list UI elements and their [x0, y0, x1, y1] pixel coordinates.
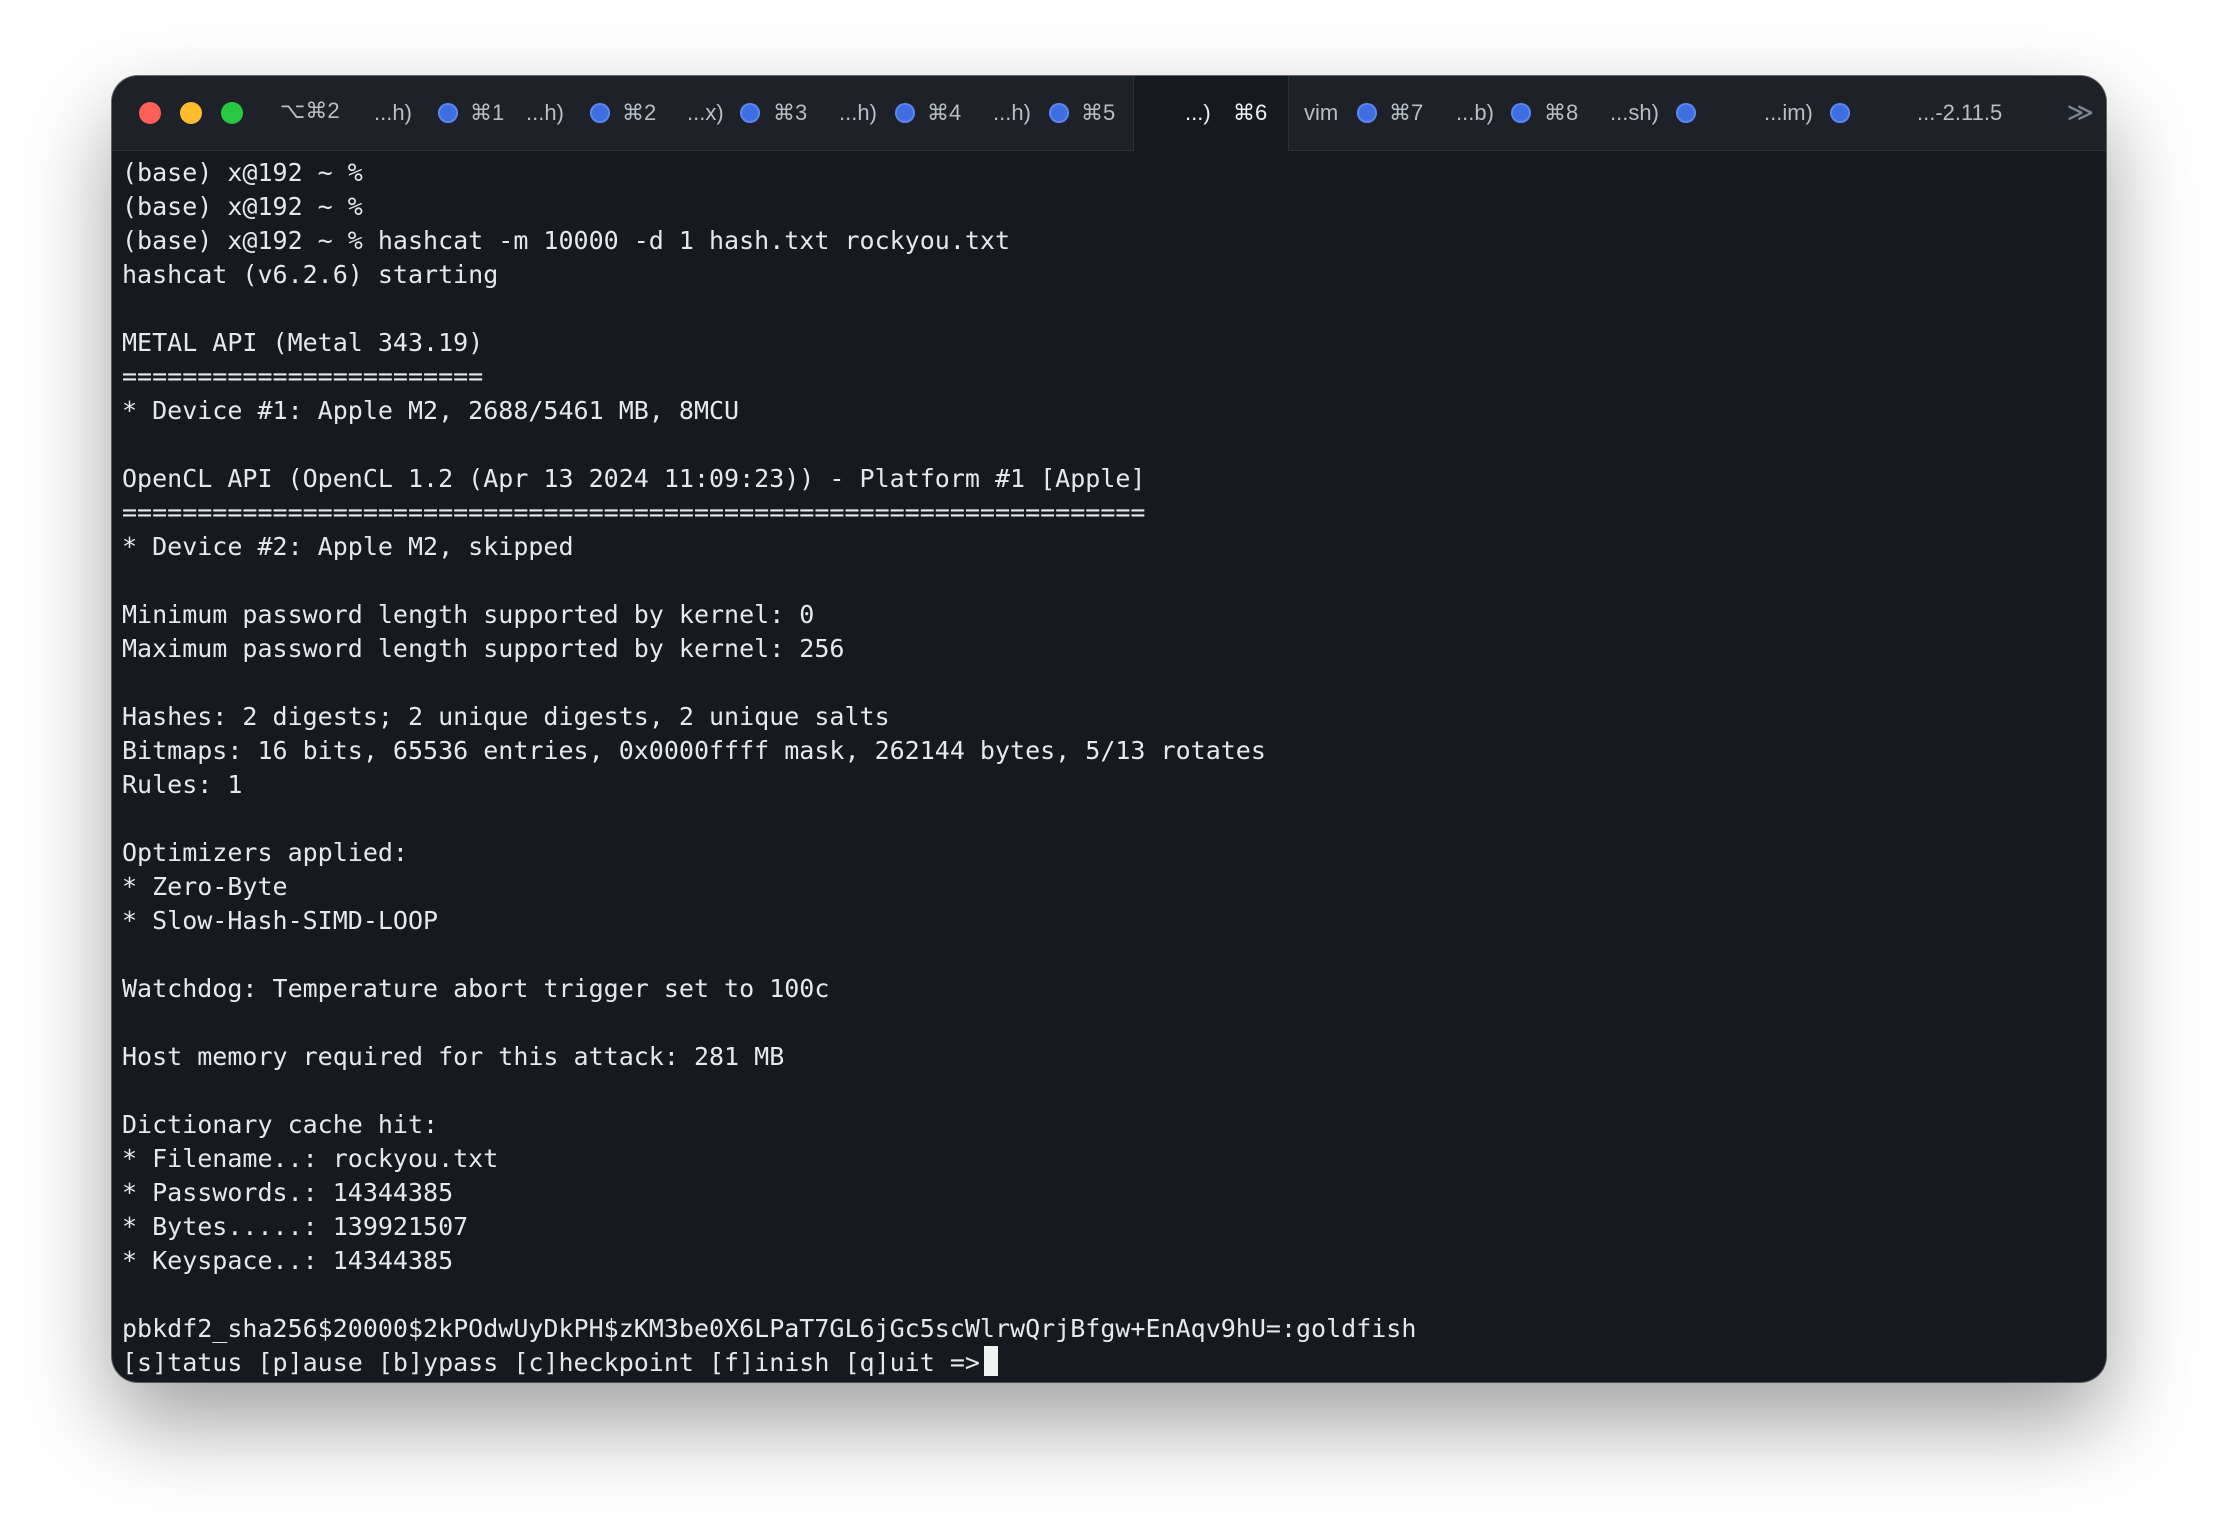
terminal-line: * Bytes.....: 139921507 [122, 1212, 469, 1241]
tab-shortcut: ⌘3 [773, 100, 808, 125]
tab-activity-dot-icon [590, 103, 610, 123]
terminal-line: (base) x@192 ~ % [122, 158, 363, 187]
terminal-line: OpenCL API (OpenCL 1.2 (Apr 13 2024 11:0… [122, 464, 1146, 493]
terminal-line: * Zero-Byte [122, 872, 288, 901]
tab-activity-dot-icon [1676, 103, 1696, 123]
tab-9[interactable]: ...sh) [1610, 76, 1755, 150]
tab-10[interactable]: ...im) [1764, 76, 1909, 150]
tab-overflow-chevron-icon[interactable]: ≫ [2067, 97, 2094, 128]
tab-label: ...) [1185, 100, 1211, 125]
terminal-line: * Passwords.: 14344385 [122, 1178, 454, 1207]
tab-label: ...-2.11.5 [1917, 100, 2003, 125]
tab-shortcut: ⌘8 [1544, 100, 1579, 125]
tab-label: ...im) [1764, 100, 1813, 125]
close-button[interactable] [139, 102, 161, 124]
terminal-line: Minimum password length supported by ker… [122, 600, 815, 629]
interactive-prompt: [s]tatus [p]ause [b]ypass [c]heckpoint [… [122, 1348, 980, 1377]
tab-label: vim [1304, 100, 1339, 125]
tab-label: ...x) [687, 100, 724, 125]
terminal-line: * Keyspace..: 14344385 [122, 1246, 454, 1275]
text-cursor [983, 1346, 998, 1376]
terminal-line: Bitmaps: 16 bits, 65536 entries, 0x0000f… [122, 736, 1266, 765]
tab-label: ...h) [526, 100, 564, 125]
title-bar: ⌥⌘2 ...h) ⌘1 ...h) ⌘2 ...x) ⌘3 ...h) ⌘4 … [112, 76, 2106, 151]
terminal-line: * Device #1: Apple M2, 2688/5461 MB, 8MC… [122, 396, 740, 425]
terminal-line: pbkdf2_sha256$20000$2kPOdwUyDkPH$zKM3be0… [122, 1314, 1417, 1343]
tab-activity-dot-icon [1830, 103, 1850, 123]
maximize-button[interactable] [221, 102, 243, 124]
terminal-line: Optimizers applied: [122, 838, 408, 867]
tab-activity-dot-icon [740, 103, 760, 123]
terminal-line: Watchdog: Temperature abort trigger set … [122, 974, 830, 1003]
terminal-line: ======================== [122, 362, 484, 391]
terminal-prompt-line[interactable]: [s]tatus [p]ause [b]ypass [c]heckpoint [… [122, 1346, 2096, 1380]
tab-6-active[interactable]: ...) ⌘6 [1133, 76, 1289, 151]
terminal-output[interactable]: (base) x@192 ~ % (base) x@192 ~ % (base) x… [122, 156, 2096, 1382]
tab-shortcut: ⌘4 [927, 100, 962, 125]
minimize-button[interactable] [180, 102, 202, 124]
tab-activity-dot-icon [438, 103, 458, 123]
terminal-line: * Filename..: rockyou.txt [122, 1144, 499, 1173]
tab-5[interactable]: ...h) ⌘5 [993, 76, 1145, 150]
tab-2[interactable]: ...h) ⌘2 [526, 76, 678, 150]
terminal-line: ========================================… [122, 498, 1146, 527]
tab-activity-dot-icon [1357, 103, 1377, 123]
terminal-line: (base) x@192 ~ % [122, 192, 363, 221]
tab-shortcut: ⌘6 [1233, 100, 1268, 125]
terminal-line: Maximum password length supported by ker… [122, 634, 845, 663]
window-shortcut: ⌥⌘2 [280, 98, 340, 123]
terminal-line: * Device #2: Apple M2, skipped [122, 532, 574, 561]
terminal-line: * Slow-Hash-SIMD-LOOP [122, 906, 439, 935]
tab-4[interactable]: ...h) ⌘4 [839, 76, 991, 150]
tab-activity-dot-icon [1511, 103, 1531, 123]
tab-shortcut: ⌘1 [470, 100, 505, 125]
tab-label: ...h) [374, 100, 412, 125]
terminal-line: (base) x@192 ~ % hashcat -m 10000 -d 1 h… [122, 226, 1011, 255]
tab-shortcut: ⌘7 [1389, 100, 1424, 125]
terminal-window: ⌥⌘2 ...h) ⌘1 ...h) ⌘2 ...x) ⌘3 ...h) ⌘4 … [112, 76, 2106, 1382]
terminal-line: Host memory required for this attack: 28… [122, 1042, 785, 1071]
terminal-line: Dictionary cache hit: [122, 1110, 439, 1139]
tab-activity-dot-icon [1049, 103, 1069, 123]
tab-shortcut: ⌘5 [1081, 100, 1116, 125]
terminal-line: hashcat (v6.2.6) starting [122, 260, 499, 289]
tab-label: ...b) [1456, 100, 1494, 125]
tab-3[interactable]: ...x) ⌘3 [687, 76, 839, 150]
terminal-line: Rules: 1 [122, 770, 243, 799]
tab-1[interactable]: ...h) ⌘1 [374, 76, 526, 150]
tab-label: ...h) [993, 100, 1031, 125]
tab-7[interactable]: vim ⌘7 [1304, 76, 1444, 150]
tab-8[interactable]: ...b) ⌘8 [1456, 76, 1601, 150]
tab-label: ...h) [839, 100, 877, 125]
terminal-line: Hashes: 2 digests; 2 unique digests, 2 u… [122, 702, 890, 731]
tab-label: ...sh) [1610, 100, 1659, 125]
tab-11[interactable]: ...-2.11.5 [1917, 76, 2057, 150]
terminal-line: METAL API (Metal 343.19) [122, 328, 484, 357]
tab-activity-dot-icon [895, 103, 915, 123]
tab-shortcut: ⌘2 [622, 100, 657, 125]
